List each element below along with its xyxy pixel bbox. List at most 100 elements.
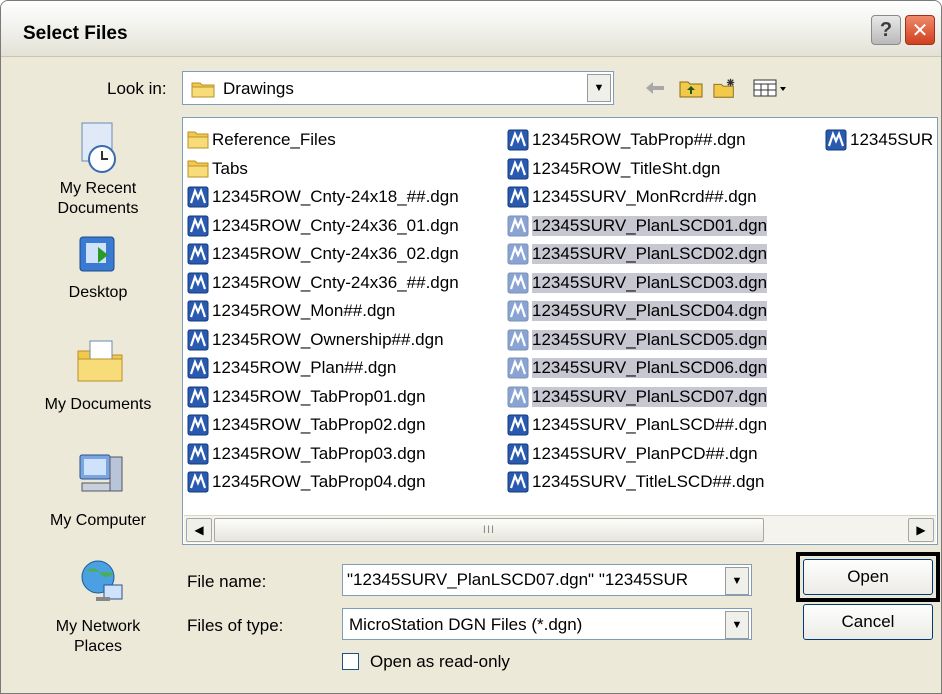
place-recent-documents[interactable]: My Recent Documents bbox=[31, 121, 165, 219]
file-item[interactable]: 12345ROW_TabProp04.dgn bbox=[187, 468, 459, 497]
file-item[interactable]: 12345ROW_TabProp02.dgn bbox=[187, 411, 459, 440]
file-name: 12345ROW_Ownership##.dgn bbox=[212, 329, 444, 349]
help-button[interactable]: ? bbox=[871, 15, 901, 45]
title-bar[interactable]: Select Files ? ✕ bbox=[1, 1, 941, 57]
close-button[interactable]: ✕ bbox=[905, 15, 935, 45]
file-name: 12345SURV_PlanLSCD07.dgn bbox=[532, 386, 768, 407]
file-item[interactable]: 12345ROW_Cnty-24x36_02.dgn bbox=[187, 240, 459, 269]
chevron-down-icon[interactable]: ▼ bbox=[725, 611, 749, 639]
scroll-left-icon[interactable]: ◀ bbox=[186, 518, 212, 542]
file-item[interactable]: 12345SURV_PlanLSCD07.dgn bbox=[507, 383, 768, 412]
file-name: 12345SURV_MonRcrd##.dgn bbox=[532, 187, 757, 207]
place-label: My Network Places bbox=[55, 618, 141, 655]
my-documents-icon bbox=[76, 337, 123, 382]
file-item[interactable]: 12345SURV_PlanLSCD04.dgn bbox=[507, 297, 768, 326]
place-my-documents[interactable]: My Documents bbox=[31, 337, 165, 415]
file-item[interactable]: 12345ROW_TabProp##.dgn bbox=[507, 126, 767, 155]
file-item[interactable]: 12345ROW_Ownership##.dgn bbox=[187, 326, 459, 355]
horizontal-scrollbar[interactable]: ◀ III ▶ bbox=[184, 515, 936, 543]
folder-icon bbox=[187, 129, 209, 151]
file-item[interactable]: 12345SUR bbox=[825, 126, 933, 155]
dgn-file-icon bbox=[507, 414, 529, 436]
file-item[interactable]: 12345SURV_PlanLSCD06.dgn bbox=[507, 354, 768, 383]
read-only-checkbox[interactable] bbox=[342, 653, 359, 670]
file-item[interactable]: Reference_Files bbox=[187, 126, 459, 155]
file-name-label: File name: bbox=[187, 572, 267, 591]
place-network[interactable]: My Network Places bbox=[31, 557, 165, 657]
file-item[interactable]: 12345ROW_Cnty-24x18_##.dgn bbox=[187, 183, 459, 212]
file-item[interactable]: 12345ROW_Cnty-24x36_01.dgn bbox=[187, 212, 459, 241]
file-name: Tabs bbox=[212, 158, 248, 178]
up-folder-icon[interactable] bbox=[679, 77, 703, 99]
place-label: My Computer bbox=[49, 512, 147, 529]
file-column-1: Reference_Files Tabs 12345ROW_Cnty-24x18_#… bbox=[187, 126, 459, 497]
dgn-file-icon bbox=[187, 443, 209, 465]
dgn-file-icon bbox=[507, 243, 529, 265]
file-item[interactable]: 12345ROW_TabProp03.dgn bbox=[187, 440, 459, 469]
file-name: 12345ROW_Cnty-24x36_##.dgn bbox=[212, 272, 459, 292]
file-name: 12345SURV_PlanLSCD06.dgn bbox=[532, 358, 768, 379]
file-item[interactable]: 12345ROW_Cnty-24x36_##.dgn bbox=[187, 269, 459, 298]
scroll-grip: III bbox=[482, 524, 496, 536]
look-in-value: Drawings bbox=[223, 79, 294, 98]
file-name: 12345ROW_Plan##.dgn bbox=[212, 358, 397, 378]
dgn-file-icon bbox=[507, 215, 529, 237]
recent-documents-icon bbox=[76, 121, 120, 173]
file-name: 12345SURV_PlanLSCD03.dgn bbox=[532, 272, 768, 293]
file-item[interactable]: 12345SURV_PlanLSCD05.dgn bbox=[507, 326, 768, 355]
desktop-icon bbox=[76, 233, 120, 277]
my-computer-icon bbox=[76, 451, 123, 495]
back-arrow-icon[interactable] bbox=[643, 77, 667, 99]
dgn-file-icon bbox=[187, 186, 209, 208]
file-name: 12345ROW_Cnty-24x18_##.dgn bbox=[212, 187, 459, 207]
open-button[interactable]: Open bbox=[803, 559, 933, 595]
dgn-file-icon bbox=[507, 186, 529, 208]
file-name-input[interactable] bbox=[347, 568, 717, 592]
cancel-button[interactable]: Cancel bbox=[803, 604, 933, 640]
dgn-file-icon bbox=[187, 300, 209, 322]
file-name: 12345ROW_TabProp01.dgn bbox=[212, 386, 426, 406]
file-item[interactable]: 12345SURV_MonRcrd##.dgn bbox=[507, 183, 767, 212]
dgn-file-icon bbox=[507, 386, 529, 408]
scroll-thumb[interactable]: III bbox=[214, 518, 764, 542]
files-of-type-value: MicroStation DGN Files (*.dgn) bbox=[349, 615, 583, 634]
file-name: 12345ROW_TabProp##.dgn bbox=[532, 130, 746, 150]
file-column-3: 12345SUR bbox=[825, 126, 933, 155]
file-item[interactable]: 12345SURV_PlanLSCD01.dgn bbox=[507, 212, 768, 241]
dgn-file-icon bbox=[825, 129, 847, 151]
file-name: 12345SURV_PlanLSCD##.dgn bbox=[532, 415, 768, 435]
file-name: 12345SURV_PlanLSCD02.dgn bbox=[532, 244, 768, 265]
files-of-type-label: Files of type: bbox=[187, 616, 284, 635]
look-in-dropdown[interactable]: Drawings ▼ bbox=[182, 71, 614, 105]
dgn-file-icon bbox=[187, 357, 209, 379]
file-item[interactable]: 12345SURV_PlanLSCD##.dgn bbox=[507, 411, 767, 440]
file-name: 12345ROW_TabProp04.dgn bbox=[212, 472, 426, 492]
file-item[interactable]: 12345ROW_Mon##.dgn bbox=[187, 297, 459, 326]
file-name-combo[interactable]: ▼ bbox=[342, 564, 752, 596]
chevron-down-icon[interactable]: ▼ bbox=[725, 567, 749, 595]
file-item[interactable]: Tabs bbox=[187, 155, 459, 184]
place-desktop[interactable]: Desktop bbox=[31, 233, 165, 303]
file-name: 12345ROW_TabProp02.dgn bbox=[212, 415, 426, 435]
file-name: 12345SURV_PlanLSCD05.dgn bbox=[532, 329, 768, 350]
files-of-type-dropdown[interactable]: MicroStation DGN Files (*.dgn) ▼ bbox=[342, 608, 752, 640]
dgn-file-icon bbox=[187, 471, 209, 493]
file-item[interactable]: 12345SURV_PlanPCD##.dgn bbox=[507, 440, 767, 469]
view-menu-icon[interactable] bbox=[751, 77, 791, 99]
place-my-computer[interactable]: My Computer bbox=[31, 451, 165, 531]
file-list[interactable]: Reference_Files Tabs 12345ROW_Cnty-24x18_#… bbox=[182, 117, 938, 545]
chevron-down-icon[interactable]: ▼ bbox=[587, 74, 611, 102]
dgn-file-icon bbox=[507, 471, 529, 493]
dgn-file-icon bbox=[187, 414, 209, 436]
folder-icon bbox=[187, 158, 209, 180]
scroll-right-icon[interactable]: ▶ bbox=[908, 518, 934, 542]
file-item[interactable]: 12345SURV_TitleLSCD##.dgn bbox=[507, 468, 767, 497]
select-files-dialog: Select Files ? ✕ Look in: Drawings ▼ My … bbox=[0, 0, 942, 694]
file-item[interactable]: 12345SURV_PlanLSCD02.dgn bbox=[507, 240, 768, 269]
file-item[interactable]: 12345ROW_TabProp01.dgn bbox=[187, 383, 459, 412]
file-item[interactable]: 12345ROW_Plan##.dgn bbox=[187, 354, 459, 383]
file-item[interactable]: 12345SURV_PlanLSCD03.dgn bbox=[507, 269, 768, 298]
new-folder-icon[interactable] bbox=[713, 77, 737, 99]
file-item[interactable]: 12345ROW_TitleSht.dgn bbox=[507, 155, 767, 184]
dgn-file-icon bbox=[187, 386, 209, 408]
